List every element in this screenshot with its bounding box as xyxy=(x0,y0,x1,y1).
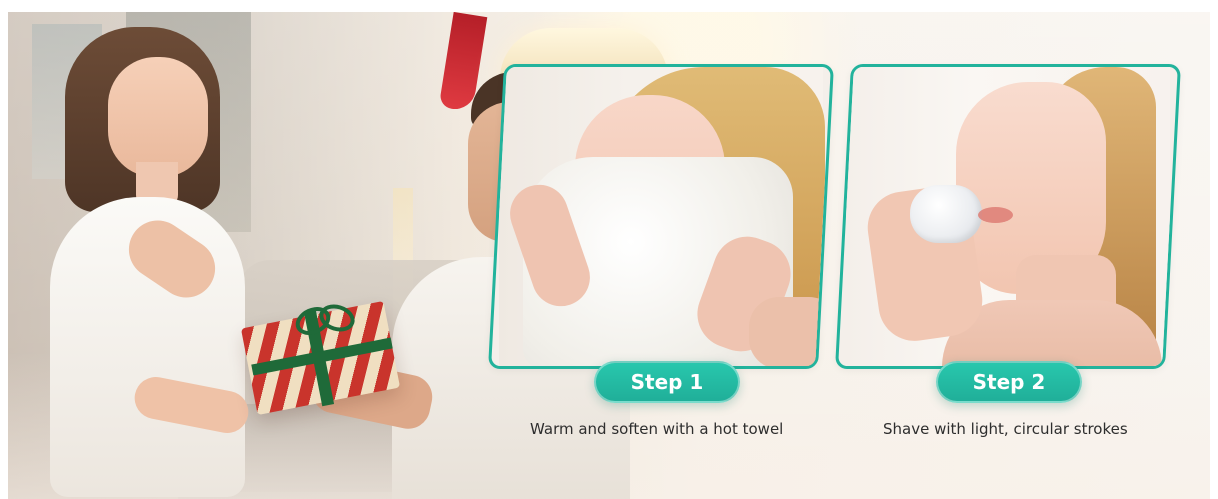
woman-face xyxy=(108,57,208,177)
step-2-caption: Shave with light, circular strokes xyxy=(883,420,1128,438)
step-2-label: Step 2 xyxy=(936,361,1082,403)
step-1-card xyxy=(488,64,834,369)
step-2-lips xyxy=(978,207,1013,223)
promo-banner: Step 1 Step 2 Warm and soften with a hot… xyxy=(8,12,1210,499)
step-2-photo xyxy=(846,67,1170,369)
shaver-device xyxy=(910,185,982,243)
step-1-photo xyxy=(499,67,834,369)
step-2-card xyxy=(835,64,1181,369)
step-1-caption: Warm and soften with a hot towel xyxy=(530,420,784,438)
step-1-label: Step 1 xyxy=(594,361,740,403)
